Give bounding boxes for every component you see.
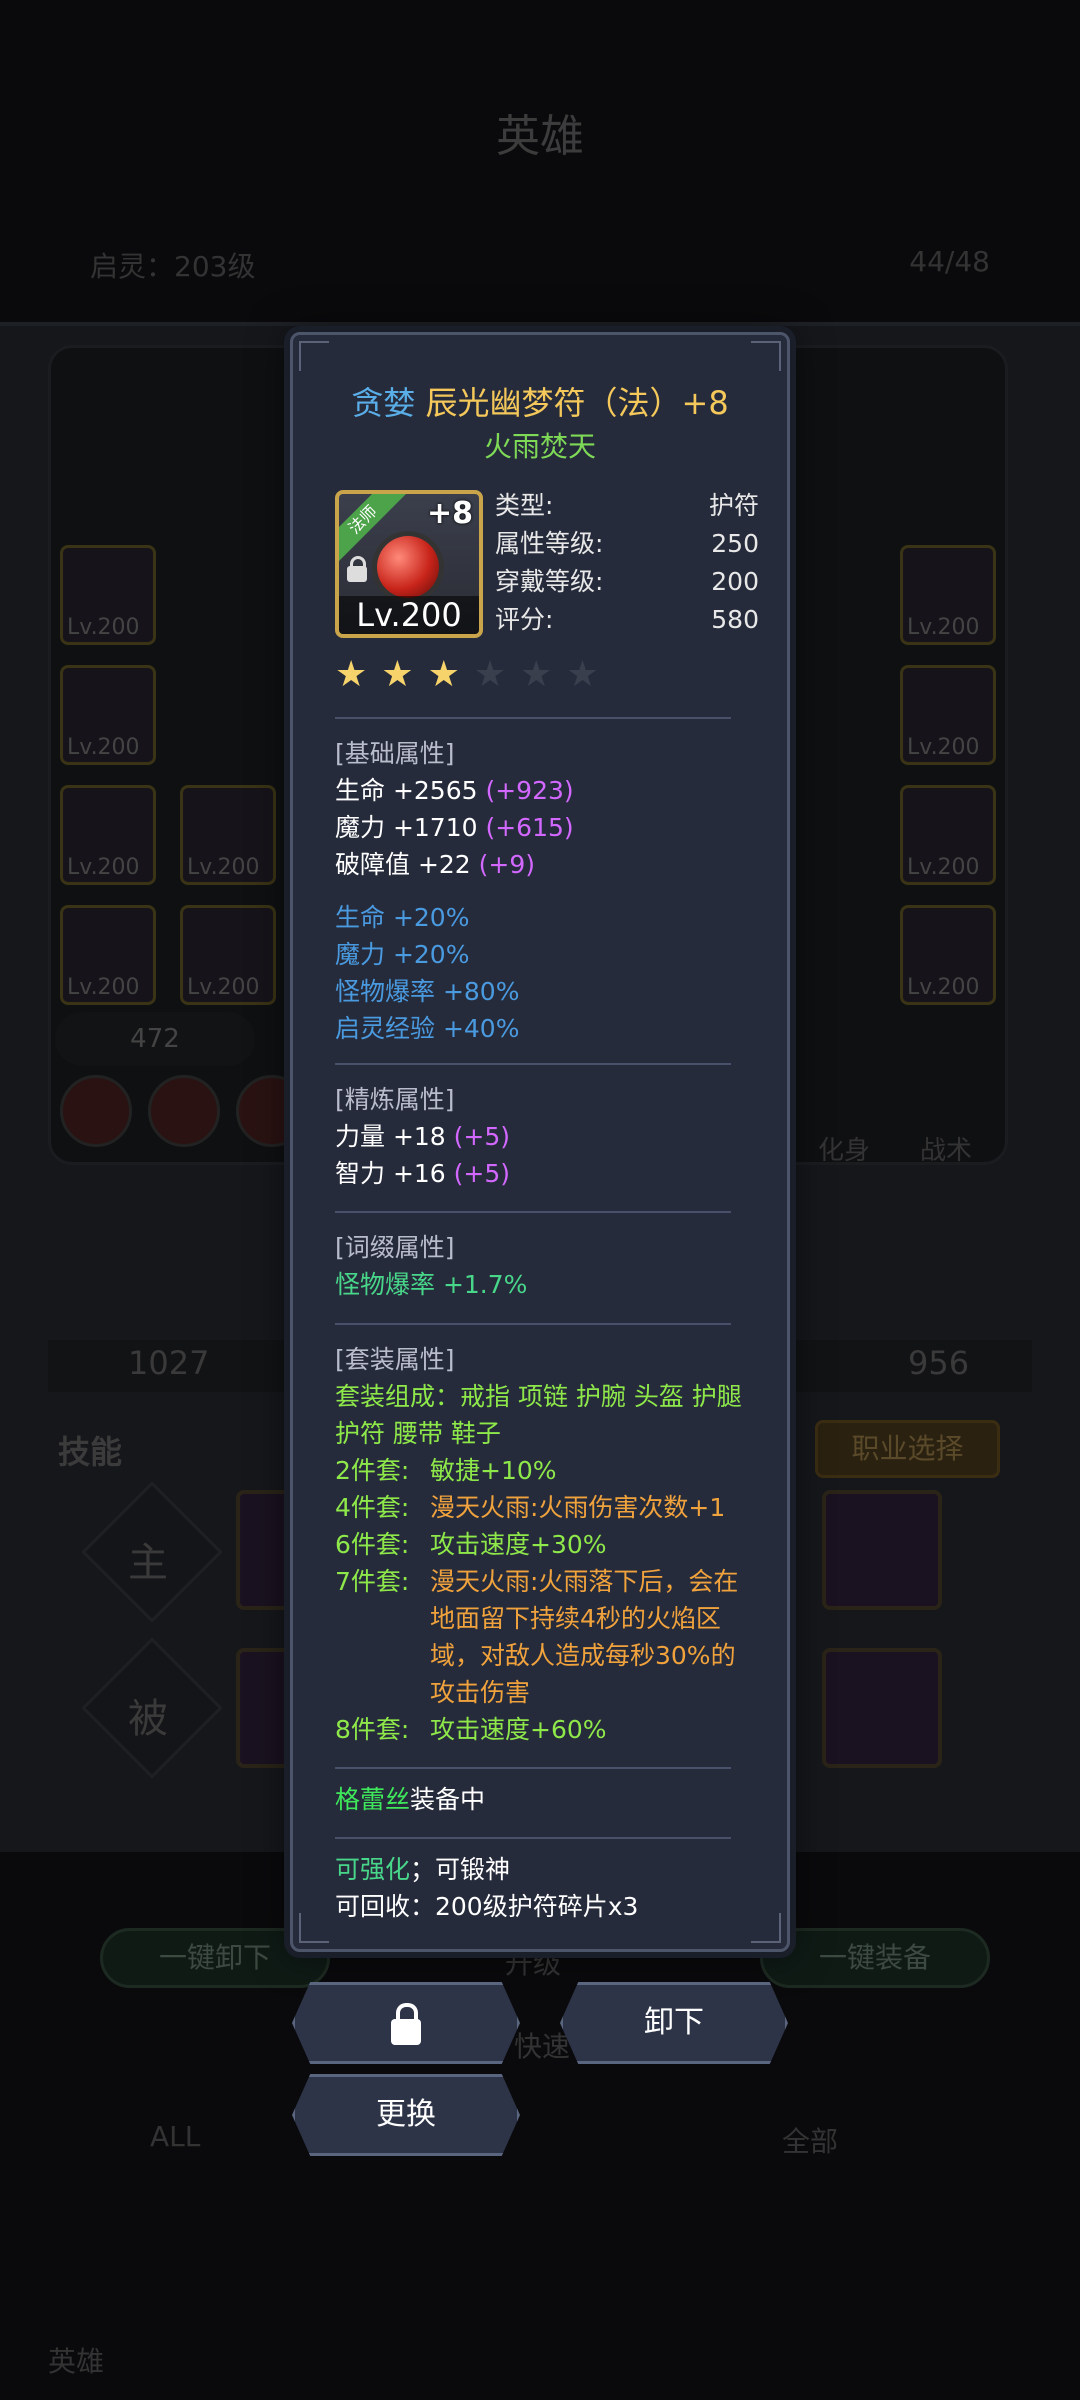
affix-attributes: [词缀属性] 怪物爆率 +1.7% bbox=[335, 1229, 755, 1303]
base-title: [基础属性] bbox=[335, 739, 455, 768]
equipped-hero: 格蕾丝 bbox=[335, 1785, 411, 1814]
divider bbox=[335, 717, 731, 719]
equip-slot[interactable]: Lv.200 bbox=[60, 905, 156, 1005]
recycle-info: 可回收：200级护符碎片x3 bbox=[335, 1892, 639, 1921]
info-row-type: 类型: 护符 bbox=[495, 491, 759, 520]
extra-row: 生命 +20% bbox=[335, 903, 470, 932]
star-empty-icon: ★ bbox=[520, 654, 553, 695]
set-bonus-7: 7件套: 漫天火雨:火雨落下后，会在地面留下持续4秒的火焰区域，对敌人造成每秒30… bbox=[335, 1567, 739, 1707]
filter-all[interactable]: ALL bbox=[150, 2120, 200, 2153]
forge-label: ；可锻神 bbox=[410, 1855, 511, 1884]
job-select-button[interactable]: 职业选择 bbox=[815, 1420, 1000, 1478]
star-filled-icon: ★ bbox=[427, 654, 460, 695]
lock-button[interactable] bbox=[292, 1982, 520, 2064]
set-bonus-6: 6件套: 攻击速度+30% bbox=[335, 1530, 607, 1559]
replace-button[interactable]: 更换 bbox=[292, 2074, 520, 2156]
divider bbox=[335, 1211, 731, 1213]
power-value: 472 bbox=[55, 1012, 255, 1066]
item-footer: 可强化；可锻神 可回收：200级护符碎片x3 bbox=[335, 1851, 755, 1925]
transform-label[interactable]: 化身 bbox=[818, 1130, 870, 1167]
divider bbox=[335, 1837, 731, 1839]
divider bbox=[335, 1767, 731, 1769]
base-row: 破障值 +22 (+9) bbox=[335, 850, 536, 879]
equip-slot[interactable]: Lv.200 bbox=[60, 665, 156, 765]
refine-row: 力量 +18 (+5) bbox=[335, 1122, 511, 1151]
set-title: [套装属性] bbox=[335, 1345, 455, 1374]
skill-slot[interactable] bbox=[822, 1648, 942, 1768]
stat-left: 1027 bbox=[128, 1344, 210, 1382]
item-prefix: 贪婪 bbox=[351, 384, 416, 422]
item-count: 44/48 bbox=[909, 245, 990, 278]
filter-all-cn[interactable]: 全部 bbox=[782, 2120, 838, 2160]
skill-main-label: 主 bbox=[128, 1540, 168, 1586]
equip-slot[interactable]: Lv.200 bbox=[180, 785, 276, 885]
star-empty-icon: ★ bbox=[473, 654, 507, 695]
lock-icon bbox=[347, 556, 367, 582]
extra-row: 怪物爆率 +80% bbox=[335, 977, 520, 1006]
extra-attributes: 生命 +20% 魔力 +20% 怪物爆率 +80% 启灵经验 +40% bbox=[335, 899, 755, 1047]
star-rating: ★ ★ ★ ★ ★ ★ bbox=[335, 657, 599, 693]
amulet-orb-icon: 法师 +8 Lv.200 bbox=[335, 490, 483, 638]
equip-slot[interactable]: Lv.200 bbox=[900, 905, 996, 1005]
affix-title: [词缀属性] bbox=[335, 1233, 455, 1262]
skill-orb[interactable] bbox=[60, 1075, 132, 1147]
set-attributes: [套装属性] 套装组成：戒指 项链 护腕 头盔 护腿 护符 腰带 鞋子 2件套:… bbox=[335, 1341, 755, 1748]
equip-slot[interactable]: Lv.200 bbox=[60, 785, 156, 885]
equipped-status: 格蕾丝装备中 bbox=[335, 1781, 755, 1818]
icon-enhance-level: +8 bbox=[426, 496, 473, 531]
item-name: 辰光幽梦符（法）+8 bbox=[425, 384, 729, 422]
star-filled-icon: ★ bbox=[335, 654, 368, 695]
lock-icon bbox=[391, 2003, 421, 2045]
quick-label[interactable]: 快速 bbox=[514, 2025, 570, 2065]
info-row-score: 评分: 580 bbox=[495, 605, 759, 634]
equip-slot[interactable]: Lv.200 bbox=[900, 785, 996, 885]
skill-slot[interactable] bbox=[822, 1490, 942, 1610]
equip-slot[interactable]: Lv.200 bbox=[900, 545, 996, 645]
extra-row: 魔力 +20% bbox=[335, 940, 470, 969]
nav-hero[interactable]: 英雄 bbox=[48, 2340, 104, 2380]
star-filled-icon: ★ bbox=[381, 654, 414, 695]
item-title: 贪婪 辰光幽梦符（法）+8 bbox=[293, 383, 787, 423]
orb-gem-icon bbox=[377, 536, 439, 598]
item-info: 类型: 护符 属性等级: 250 穿戴等级: 200 评分: 580 bbox=[495, 487, 759, 639]
skill-orb[interactable] bbox=[148, 1075, 220, 1147]
equipped-suffix: 装备中 bbox=[410, 1785, 486, 1814]
star-empty-icon: ★ bbox=[566, 654, 599, 695]
equip-all-button[interactable]: 一键装备 bbox=[760, 1928, 990, 1988]
divider bbox=[335, 1063, 731, 1065]
equip-slot[interactable]: Lv.200 bbox=[60, 545, 156, 645]
item-set-name: 火雨焚天 bbox=[483, 430, 596, 463]
icon-level: Lv.200 bbox=[339, 596, 479, 634]
unequip-button[interactable]: 卸下 bbox=[560, 1982, 788, 2064]
info-row-attr-level: 属性等级: 250 bbox=[495, 529, 759, 558]
info-row-wear-level: 穿戴等级: 200 bbox=[495, 567, 759, 596]
extra-row: 启灵经验 +40% bbox=[335, 1014, 520, 1043]
base-row: 魔力 +1710 (+615) bbox=[335, 813, 574, 842]
skills-title: 技能 bbox=[58, 1433, 123, 1471]
tactic-label[interactable]: 战术 bbox=[920, 1130, 972, 1167]
spirit-level: 启灵：203级 bbox=[90, 250, 256, 283]
item-detail-panel: 贪婪 辰光幽梦符（法）+8 火雨焚天 法师 +8 Lv.200 类型: 护符 属性… bbox=[290, 332, 790, 1952]
stat-right: 956 bbox=[908, 1344, 970, 1382]
refine-title: [精炼属性] bbox=[335, 1085, 455, 1114]
equip-slot[interactable]: Lv.200 bbox=[900, 665, 996, 765]
set-bonus-8: 8件套: 攻击速度+60% bbox=[335, 1715, 607, 1744]
refine-attributes: [精炼属性] 力量 +18 (+5) 智力 +16 (+5) bbox=[335, 1081, 755, 1192]
divider bbox=[335, 1323, 731, 1325]
skill-passive-label: 被 bbox=[128, 1696, 168, 1742]
base-attributes: [基础属性] 生命 +2565 (+923) 魔力 +1710 (+615) 破… bbox=[335, 735, 755, 883]
set-composition: 套装组成：戒指 项链 护腕 头盔 护腿 护符 腰带 鞋子 bbox=[335, 1382, 742, 1448]
screen-title: 英雄 bbox=[496, 111, 584, 162]
equip-slot[interactable]: Lv.200 bbox=[180, 905, 276, 1005]
base-row: 生命 +2565 (+923) bbox=[335, 776, 574, 805]
set-bonus-4: 4件套: 漫天火雨:火雨伤害次数+1 bbox=[335, 1493, 726, 1522]
set-bonus-2: 2件套: 敏捷+10% bbox=[335, 1456, 557, 1485]
refine-row: 智力 +16 (+5) bbox=[335, 1159, 511, 1188]
enhance-label: 可强化 bbox=[335, 1855, 411, 1884]
affix-row: 怪物爆率 +1.7% bbox=[335, 1270, 528, 1299]
